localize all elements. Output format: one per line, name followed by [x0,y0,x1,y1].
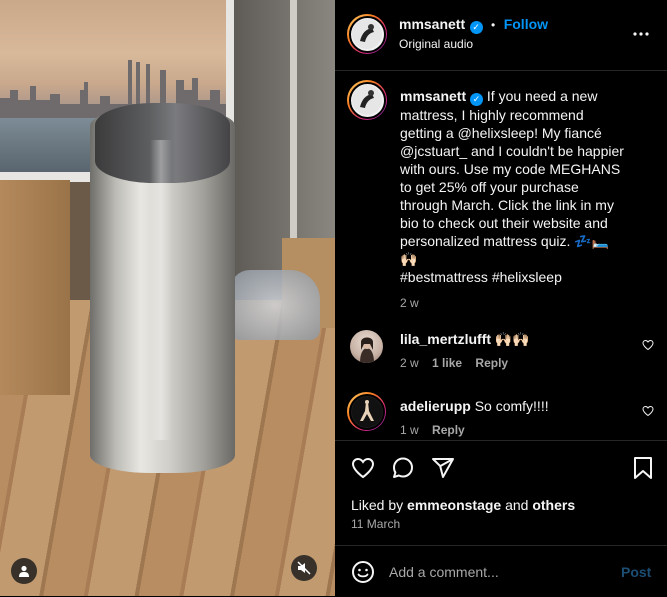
comment-item: lila_mertzlufft 🙌🏻🙌🏻 2 w 1 like Reply [335,328,667,378]
comment-likes[interactable]: 1 like [432,356,462,370]
person-icon [19,565,29,577]
avatar-image [360,337,374,363]
window-frame-right [290,0,297,240]
post-caption: mmsanett ✓ If you need a new mattress, I… [400,87,650,312]
caption-username[interactable]: mmsanett [400,88,466,104]
liked-by-others[interactable]: others [532,497,575,513]
post-media-video[interactable] [0,0,335,596]
plastic-shine [150,140,172,440]
comment-text: So comfy!!!! [474,398,549,414]
caption-line: If you need a new [486,88,598,104]
caption-line: @jcstuart_ and I couldn't be happier [400,143,624,159]
plastic-wrap [230,270,320,340]
comment-time[interactable]: 1 w [400,423,419,437]
separator-dot: • [491,18,496,32]
heart-icon[interactable] [351,456,375,480]
follow-button[interactable]: Follow [504,16,548,32]
caption-author-avatar[interactable] [347,80,387,120]
commenter-avatar[interactable] [350,330,383,363]
add-comment-bar: Post [335,545,667,597]
caption-line: through March. Click the link in my [400,197,614,213]
commenter-avatar[interactable] [347,392,386,431]
liked-by-text: Liked by emmeonstage and others [351,497,575,513]
liked-by-prefix: Liked by [351,497,408,513]
post-time-ago[interactable]: 2 w [400,294,650,312]
comment-time[interactable]: 2 w [400,356,419,370]
audio-label[interactable]: Original audio [399,37,473,51]
avatar-image [352,85,382,115]
avatar-image [352,19,382,49]
avatar-image [351,396,382,427]
caption-line: bio to check out their website and [400,215,608,231]
tagged-people-button[interactable] [11,558,37,584]
heart-icon[interactable] [642,405,654,417]
author-username[interactable]: mmsanett [399,16,465,32]
caption-line: to get 25% off your purchase [400,179,579,195]
author-avatar[interactable] [347,14,387,54]
liked-by-and: and [501,497,533,513]
heart-icon[interactable] [642,339,654,351]
caption-line: mattress, I highly recommend [400,107,584,123]
caption-line: 🙌🏻 [400,251,418,267]
comment-username[interactable]: adelierupp [400,398,471,414]
verified-badge-icon: ✓ [470,93,484,106]
comment-text: 🙌🏻🙌🏻 [494,331,530,347]
post-actions-section: Liked by emmeonstage and others 11 March [335,440,667,545]
comment-item: adelierupp So comfy!!!! 1 w Reply [335,392,667,440]
cardboard-box [0,180,70,395]
comment-bubble-icon[interactable] [391,456,415,480]
caption-hashtags[interactable]: #bestmattress #helixsleep [400,268,650,286]
comment-username[interactable]: lila_mertzlufft [400,331,491,347]
more-horizontal-icon[interactable] [633,26,649,42]
instagram-post-modal: mmsanett ✓ • Follow Original audio mmsan… [0,0,667,596]
verified-badge-icon: ✓ [469,21,483,34]
post-header: mmsanett ✓ • Follow Original audio [335,0,667,71]
liked-by-user[interactable]: emmeonstage [407,497,501,513]
post-date[interactable]: 11 March [351,517,400,531]
caption-line: getting a @helixsleep! My fiancé [400,125,602,141]
smiley-icon[interactable] [351,560,375,584]
post-comment-button[interactable]: Post [621,564,651,580]
caption-line: personalized mattress quiz. 💤🛏️ [400,233,610,249]
speaker-muted-icon [297,561,311,575]
caption-line: with ours. Use my code MEGHANS [400,161,621,177]
reply-button[interactable]: Reply [432,423,465,437]
paper-plane-icon[interactable] [431,456,455,480]
reply-button[interactable]: Reply [475,356,508,370]
post-side-panel: mmsanett ✓ • Follow Original audio mmsan… [335,0,667,596]
comment-input[interactable] [389,559,609,585]
mute-button[interactable] [291,555,317,581]
bookmark-icon[interactable] [633,456,653,480]
